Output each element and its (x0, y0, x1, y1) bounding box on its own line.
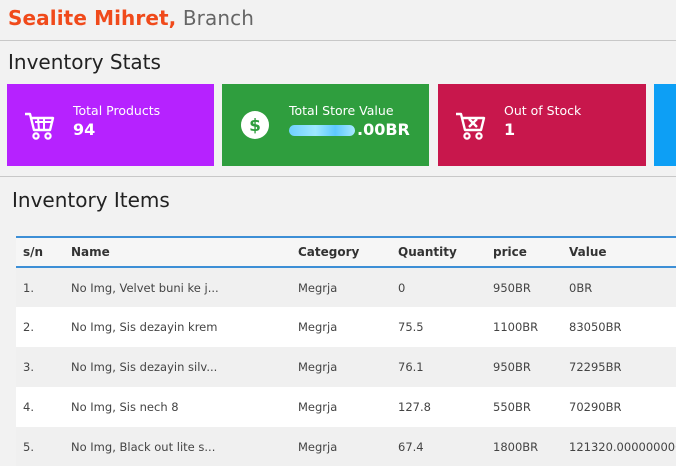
column-header[interactable]: s/n (16, 237, 64, 267)
table-cell: 950BR (493, 360, 531, 374)
table-cell: No Img, Sis dezayin krem (71, 320, 218, 334)
card-label: Total Products (73, 103, 161, 118)
stats-title: Inventory Stats (8, 50, 161, 74)
dollar-icon: $ (241, 111, 269, 139)
branch-label: Branch (182, 6, 254, 30)
table-cell: 550BR (493, 400, 531, 414)
table-row[interactable]: 1. No Img, Velvet buni ke j... Megrja 0 950B… (16, 267, 676, 307)
stats-cards: Total Products 94 $ Total Store Value .0… (7, 84, 676, 166)
card-value: .00BR (289, 120, 410, 139)
table-cell: 0BR (569, 280, 593, 295)
card-value: 1 (504, 120, 516, 139)
column-header[interactable]: Category (291, 237, 391, 267)
table-cell: 83050BR (569, 320, 622, 334)
table-cell: 70290BR (569, 400, 622, 414)
table-cell: 67.4 (398, 440, 424, 454)
table-cell: 5. (23, 440, 34, 454)
out-of-stock-card[interactable]: Out of Stock 1 (438, 84, 646, 166)
store-value-card[interactable]: $ Total Store Value .00BR (222, 84, 429, 166)
table-cell: 76.1 (398, 360, 424, 374)
table-cell: Megrja (298, 360, 338, 374)
table-row[interactable]: 3. No Img, Sis dezayin silv... Megrja 76.1 9… (16, 347, 676, 387)
table-cell: No Img, Black out lite s... (71, 440, 216, 454)
table-row[interactable]: 5. No Img, Black out lite s... Megrja 67.4 1… (16, 427, 676, 466)
table-cell: 1800BR (493, 440, 539, 454)
inventory-table: s/n Name Category Quantity price Value 1. No I… (16, 236, 676, 466)
table-cell: 72295BR (569, 360, 622, 374)
cart-icon (25, 112, 55, 140)
column-header[interactable]: Value (562, 237, 676, 267)
table-cell: Megrja (298, 440, 338, 454)
column-header[interactable]: price (486, 237, 562, 267)
svg-text:$: $ (249, 116, 261, 136)
table-cell: No Img, Sis dezayin silv... (71, 360, 218, 374)
table-cell: 4. (23, 400, 34, 414)
stats-divider (0, 176, 676, 177)
table-row[interactable]: 4. No Img, Sis nech 8 Megrja 127.8 550BR 7029… (16, 387, 676, 427)
table-cell: 2. (23, 320, 34, 334)
extra-stat-card[interactable] (654, 84, 676, 166)
store-name: Sealite Mihret, (8, 6, 177, 30)
card-label: Out of Stock (504, 103, 582, 118)
cart-remove-icon (456, 112, 486, 140)
table-cell: 127.8 (398, 400, 431, 414)
table-header-row: s/n Name Category Quantity price Value (16, 237, 676, 267)
table-cell: Megrja (298, 280, 338, 295)
header-divider (0, 40, 676, 41)
table-cell: 1100BR (493, 320, 539, 334)
table-cell: Megrja (298, 320, 338, 334)
table-cell: 0 (398, 280, 406, 295)
table-cell: No Img, Sis nech 8 (71, 400, 179, 414)
table-cell: No Img, Velvet buni ke j... (71, 280, 219, 295)
page-header: Sealite Mihret, Branch (8, 6, 254, 30)
total-products-card[interactable]: Total Products 94 (7, 84, 214, 166)
card-value: 94 (73, 120, 96, 139)
table-cell: 3. (23, 360, 34, 374)
table-cell: 121320.0000000000 (569, 440, 676, 454)
table-cell: 75.5 (398, 320, 424, 334)
table-cell: 1. (23, 280, 34, 295)
table-cell: 950BR (493, 280, 531, 295)
column-header[interactable]: Quantity (391, 237, 486, 267)
table-cell: Megrja (298, 400, 338, 414)
items-title: Inventory Items (12, 188, 170, 212)
table-row[interactable]: 2. No Img, Sis dezayin krem Megrja 75.5 1100… (16, 307, 676, 347)
card-label: Total Store Value (289, 103, 394, 118)
redacted-value (289, 125, 355, 136)
column-header[interactable]: Name (64, 237, 291, 267)
